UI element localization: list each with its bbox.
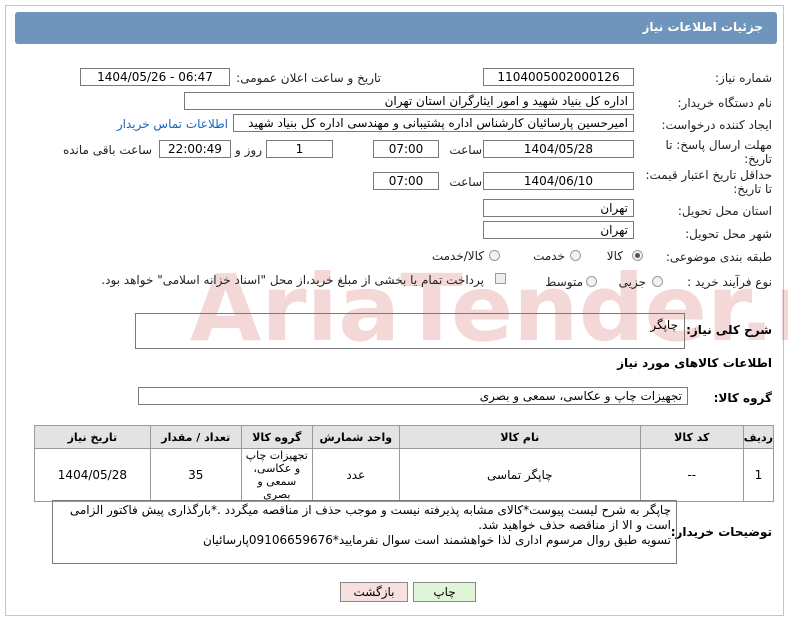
col-name: نام کالا <box>398 425 641 449</box>
deadline-time-label: ساعت <box>449 143 482 157</box>
category-radio-service[interactable] <box>570 250 581 261</box>
summary-label: شرح کلی نیاز: <box>686 323 772 337</box>
buyer-notes-label: توضیحات خریدار: <box>670 525 772 539</box>
announce-datetime-field: 1404/05/26 - 06:47 <box>80 68 230 86</box>
remaining-time-field: 22:00:49 <box>159 140 231 158</box>
col-group: گروه کالا <box>240 425 313 449</box>
summary-textarea[interactable]: چاپگر <box>135 313 685 349</box>
validity-time-label: ساعت <box>449 175 482 189</box>
need-number-field: 1104005002000126 <box>483 68 634 86</box>
page-title: جزئیات اطلاعات نیاز <box>642 20 763 34</box>
city-field: تهران <box>483 221 634 239</box>
cell-group: تجهیزات چاپ و عکاسی، سمعی و بصری <box>240 448 313 502</box>
creator-label: ایجاد کننده درخواست: <box>661 118 772 132</box>
province-field: تهران <box>483 199 634 217</box>
category-radio-goods[interactable] <box>632 250 643 261</box>
process-radio-minor[interactable] <box>652 276 663 287</box>
announce-label: تاریخ و ساعت اعلان عمومی: <box>236 71 381 85</box>
treasury-payment-note: پرداخت تمام یا بخشی از مبلغ خرید،از محل … <box>101 273 484 287</box>
deadline-date-label: تاریخ: <box>744 152 772 166</box>
category-radio-goods-service[interactable] <box>489 250 500 261</box>
col-date: تاریخ نیاز <box>34 425 151 449</box>
category-option-goods: کالا <box>606 249 623 263</box>
buyer-notes-line-2: است و الا از مناقصه حذف خواهید شد. <box>478 518 671 532</box>
city-label: شهر محل تحویل: <box>685 227 772 241</box>
goods-section-title: اطلاعات کالاهای مورد نیاز <box>617 356 772 370</box>
creator-field: امیرحسین پارسائیان کارشناس اداره پشتیبان… <box>233 114 634 132</box>
cell-row: 1 <box>742 448 775 502</box>
page-header: جزئیات اطلاعات نیاز <box>15 12 777 44</box>
category-option-goods-service: کالا/خدمت <box>431 249 484 263</box>
process-radio-medium[interactable] <box>586 276 597 287</box>
process-option-minor: جزیی <box>618 275 646 289</box>
col-row: ردیف <box>742 425 775 449</box>
buyer-notes-box: چاپگر به شرح لیست پیوست*کالای مشابه پذیر… <box>52 500 677 564</box>
validity-date-label: تا تاریخ: <box>733 182 772 196</box>
category-option-service: خدمت <box>533 249 565 263</box>
table-row: 1 -- چاپگر تماسی عدد تجهیزات چاپ و عکاسی… <box>34 448 775 502</box>
validity-date-field: 1404/06/10 <box>483 172 634 190</box>
need-number-label: شماره نیاز: <box>715 71 772 85</box>
cell-unit: عدد <box>311 448 400 502</box>
cell-date: 1404/05/28 <box>34 448 151 502</box>
validity-label: حداقل تاریخ اعتبار قیمت: <box>645 168 772 182</box>
buyer-label: نام دستگاه خریدار: <box>677 96 773 110</box>
back-button[interactable]: بازگشت <box>340 582 408 602</box>
category-label: طبقه بندی موضوعی: <box>665 250 772 264</box>
col-unit: واحد شمارش <box>311 425 400 449</box>
print-button[interactable]: چاپ <box>413 582 476 602</box>
process-option-medium: متوسط <box>545 275 583 289</box>
remaining-days-field: 1 <box>266 140 333 158</box>
remaining-label: ساعت باقی مانده <box>62 143 152 157</box>
deadline-label: مهلت ارسال پاسخ: تا <box>665 138 772 152</box>
buyer-field: اداره کل بنیاد شهید و امور ایثارگران است… <box>184 92 634 110</box>
cell-code: -- <box>639 448 744 502</box>
deadline-time-field: 07:00 <box>373 140 439 158</box>
col-code: کد کالا <box>639 425 744 449</box>
goods-table-header: ردیف کد کالا نام کالا واحد شمارش گروه کا… <box>34 425 775 449</box>
cell-name: چاپگر تماسی <box>398 448 641 502</box>
buyer-contact-link[interactable]: اطلاعات تماس خریدار <box>117 117 228 131</box>
buyer-notes-line-3: تسویه طبق روال مرسوم اداری لذا خواهشمند … <box>202 533 671 547</box>
treasury-payment-checkbox[interactable] <box>495 273 506 284</box>
deadline-date-field: 1404/05/28 <box>483 140 634 158</box>
days-label: روز و <box>235 143 262 157</box>
goods-group-label: گروه کالا: <box>713 391 772 405</box>
cell-qty: 35 <box>149 448 242 502</box>
process-label: نوع فرآیند خرید : <box>687 275 772 289</box>
goods-table: ردیف کد کالا نام کالا واحد شمارش گروه کا… <box>34 425 775 502</box>
col-qty: تعداد / مقدار <box>149 425 242 449</box>
validity-time-field: 07:00 <box>373 172 439 190</box>
province-label: استان محل تحویل: <box>677 204 772 218</box>
buyer-notes-line-1: چاپگر به شرح لیست پیوست*کالای مشابه پذیر… <box>69 503 671 517</box>
goods-group-field: تجهیزات چاپ و عکاسی، سمعی و بصری <box>138 387 688 405</box>
